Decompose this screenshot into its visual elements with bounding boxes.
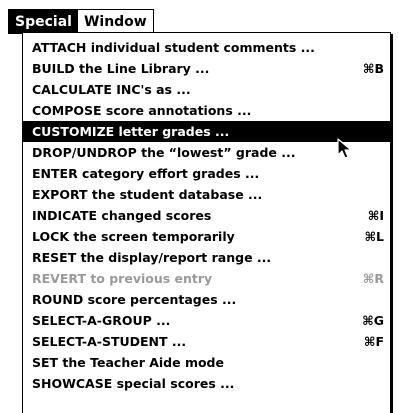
menu-item-round[interactable]: ROUND score percentages ... <box>23 289 390 310</box>
menu-item-shortcut: ⌘I <box>367 208 384 223</box>
menu-item-indicate[interactable]: INDICATE changed scores ⌘I <box>23 205 390 226</box>
menu-item-shortcut: ⌘R <box>362 271 384 286</box>
menu-item-label: BUILD the Line Library ... <box>32 61 210 76</box>
menu-item-drop-undrop[interactable]: DROP/UNDROP the “lowest” grade ... <box>23 142 390 163</box>
menu-item-build[interactable]: BUILD the Line Library ... ⌘B <box>23 58 390 79</box>
arrow-pointer-icon <box>337 138 352 159</box>
menu-item-customize[interactable]: CUSTOMIZE letter grades ... <box>23 121 390 142</box>
menu-item-select-student[interactable]: SELECT-A-STUDENT ... ⌘F <box>23 331 390 352</box>
menu-item-label: SELECT-A-STUDENT ... <box>32 334 187 349</box>
menu-item-enter[interactable]: ENTER category effort grades ... <box>23 163 390 184</box>
menu-window[interactable]: Window <box>78 10 153 34</box>
menu-item-showcase[interactable]: SHOWCASE special scores ... <box>23 373 390 394</box>
menu-item-calculate[interactable]: CALCULATE INC's as ... <box>23 79 390 100</box>
menu-bar: Special Window <box>8 9 154 34</box>
menu-items-list: ATTACH individual student comments ... B… <box>23 33 390 394</box>
menu-item-label: DROP/UNDROP the “lowest” grade ... <box>32 145 296 160</box>
menu-item-label: RESET the display/report range ... <box>32 250 272 265</box>
menu-item-shortcut: ⌘B <box>362 61 384 76</box>
menu-item-label: CUSTOMIZE letter grades ... <box>32 124 230 139</box>
menu-item-label: ROUND score percentages ... <box>32 292 237 307</box>
menu-item-label: COMPOSE score annotations ... <box>32 103 252 118</box>
special-dropdown-menu: ATTACH individual student comments ... B… <box>22 32 391 413</box>
menu-item-export[interactable]: EXPORT the student database ... <box>23 184 390 205</box>
menu-item-compose[interactable]: COMPOSE score annotations ... <box>23 100 390 121</box>
menu-item-label: REVERT to previous entry <box>32 271 213 286</box>
menu-item-lock[interactable]: LOCK the screen temporarily ⌘L <box>23 226 390 247</box>
menu-item-label: SHOWCASE special scores ... <box>32 376 235 391</box>
menu-item-shortcut: ⌘F <box>363 334 384 349</box>
menu-item-label: CALCULATE INC's as ... <box>32 82 191 97</box>
menu-item-shortcut: ⌘G <box>362 313 384 328</box>
menu-item-label: SET the Teacher Aide mode <box>32 355 224 370</box>
menu-item-label: ATTACH individual student comments ... <box>32 40 315 55</box>
menu-item-attach[interactable]: ATTACH individual student comments ... <box>23 37 390 58</box>
menu-item-label: ENTER category effort grades ... <box>32 166 260 181</box>
menu-item-revert: REVERT to previous entry ⌘R <box>23 268 390 289</box>
menu-item-set-mode[interactable]: SET the Teacher Aide mode <box>23 352 390 373</box>
menu-special[interactable]: Special <box>9 10 78 34</box>
menu-item-select-group[interactable]: SELECT-A-GROUP ... ⌘G <box>23 310 390 331</box>
menu-item-label: SELECT-A-GROUP ... <box>32 313 171 328</box>
menu-item-reset[interactable]: RESET the display/report range ... <box>23 247 390 268</box>
menu-item-label: INDICATE changed scores <box>32 208 212 223</box>
menu-item-label: EXPORT the student database ... <box>32 187 263 202</box>
menu-item-shortcut: ⌘L <box>364 229 384 244</box>
menu-item-label: LOCK the screen temporarily <box>32 229 235 244</box>
